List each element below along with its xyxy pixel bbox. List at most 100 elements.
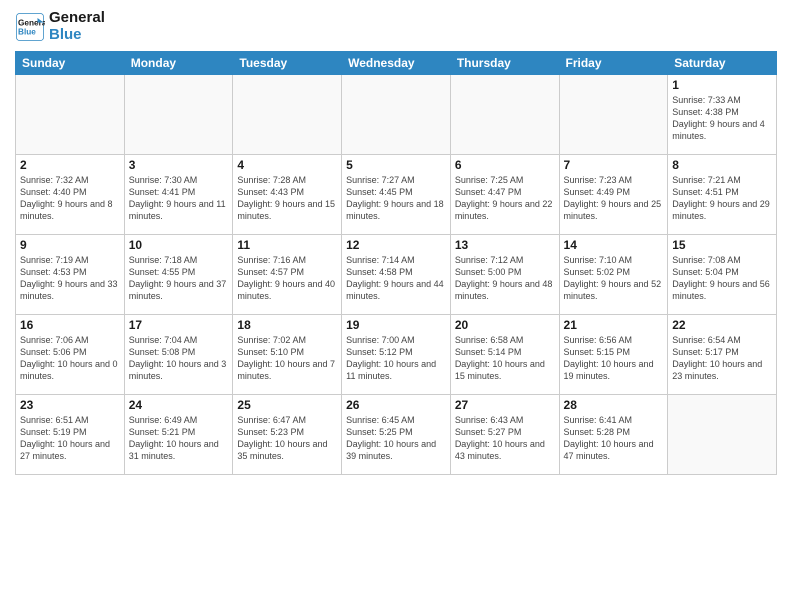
- calendar-day-cell: 1 Sunrise: 7:33 AM Sunset: 4:38 PM Daylig…: [668, 75, 777, 155]
- day-number: 8: [672, 158, 772, 172]
- day-number: 10: [129, 238, 229, 252]
- day-number: 6: [455, 158, 555, 172]
- svg-text:Blue: Blue: [18, 27, 36, 36]
- day-number: 20: [455, 318, 555, 332]
- logo-line2: Blue: [49, 27, 105, 44]
- day-info: Sunrise: 6:41 AM Sunset: 5:28 PM Dayligh…: [564, 414, 664, 463]
- day-number: 7: [564, 158, 664, 172]
- calendar-day-cell: 17 Sunrise: 7:04 AM Sunset: 5:08 PM Dayli…: [124, 315, 233, 395]
- calendar-day-cell: [450, 75, 559, 155]
- day-info: Sunrise: 7:30 AM Sunset: 4:41 PM Dayligh…: [129, 174, 229, 223]
- calendar-day-cell: 2 Sunrise: 7:32 AM Sunset: 4:40 PM Daylig…: [16, 155, 125, 235]
- weekday-header: Wednesday: [342, 52, 451, 75]
- calendar-week-row: 23 Sunrise: 6:51 AM Sunset: 5:19 PM Dayli…: [16, 395, 777, 475]
- calendar-day-cell: 8 Sunrise: 7:21 AM Sunset: 4:51 PM Daylig…: [668, 155, 777, 235]
- day-number: 9: [20, 238, 120, 252]
- day-info: Sunrise: 7:32 AM Sunset: 4:40 PM Dayligh…: [20, 174, 120, 223]
- calendar-day-cell: 10 Sunrise: 7:18 AM Sunset: 4:55 PM Dayli…: [124, 235, 233, 315]
- calendar-day-cell: [559, 75, 668, 155]
- day-info: Sunrise: 6:58 AM Sunset: 5:14 PM Dayligh…: [455, 334, 555, 383]
- day-info: Sunrise: 7:08 AM Sunset: 5:04 PM Dayligh…: [672, 254, 772, 303]
- calendar-week-row: 2 Sunrise: 7:32 AM Sunset: 4:40 PM Daylig…: [16, 155, 777, 235]
- weekday-header: Thursday: [450, 52, 559, 75]
- day-number: 18: [237, 318, 337, 332]
- day-info: Sunrise: 6:49 AM Sunset: 5:21 PM Dayligh…: [129, 414, 229, 463]
- day-number: 3: [129, 158, 229, 172]
- day-number: 11: [237, 238, 337, 252]
- header: General Blue General Blue: [15, 10, 777, 43]
- calendar-day-cell: 12Sunrise: 7:14 AM Sunset: 4:58 PM Dayli…: [342, 235, 451, 315]
- day-number: 25: [237, 398, 337, 412]
- day-number: 21: [564, 318, 664, 332]
- day-info: Sunrise: 7:02 AM Sunset: 5:10 PM Dayligh…: [237, 334, 337, 383]
- calendar-day-cell: [668, 395, 777, 475]
- day-number: 15: [672, 238, 772, 252]
- calendar-day-cell: 9Sunrise: 7:19 AM Sunset: 4:53 PM Daylig…: [16, 235, 125, 315]
- day-info: Sunrise: 7:33 AM Sunset: 4:38 PM Dayligh…: [672, 94, 772, 143]
- day-info: Sunrise: 7:18 AM Sunset: 4:55 PM Dayligh…: [129, 254, 229, 303]
- calendar-day-cell: 22 Sunrise: 6:54 AM Sunset: 5:17 PM Dayli…: [668, 315, 777, 395]
- day-info: Sunrise: 6:43 AM Sunset: 5:27 PM Dayligh…: [455, 414, 555, 463]
- day-info: Sunrise: 7:21 AM Sunset: 4:51 PM Dayligh…: [672, 174, 772, 223]
- weekday-header: Friday: [559, 52, 668, 75]
- day-number: 26: [346, 398, 446, 412]
- calendar-day-cell: 28 Sunrise: 6:41 AM Sunset: 5:28 PM Dayli…: [559, 395, 668, 475]
- logo-icon: General Blue: [15, 12, 45, 42]
- day-info: Sunrise: 7:00 AM Sunset: 5:12 PM Dayligh…: [346, 334, 446, 383]
- day-number: 12: [346, 238, 446, 252]
- calendar-day-cell: 23 Sunrise: 6:51 AM Sunset: 5:19 PM Dayli…: [16, 395, 125, 475]
- calendar-day-cell: 24 Sunrise: 6:49 AM Sunset: 5:21 PM Dayli…: [124, 395, 233, 475]
- calendar-day-cell: [342, 75, 451, 155]
- day-info: Sunrise: 7:06 AM Sunset: 5:06 PM Dayligh…: [20, 334, 120, 383]
- calendar-header-row: SundayMondayTuesdayWednesdayThursdayFrid…: [16, 52, 777, 75]
- day-number: 4: [237, 158, 337, 172]
- calendar-day-cell: 16 Sunrise: 7:06 AM Sunset: 5:06 PM Dayli…: [16, 315, 125, 395]
- weekday-header: Saturday: [668, 52, 777, 75]
- calendar-day-cell: 25 Sunrise: 6:47 AM Sunset: 5:23 PM Dayli…: [233, 395, 342, 475]
- day-info: Sunrise: 7:10 AM Sunset: 5:02 PM Dayligh…: [564, 254, 664, 303]
- day-number: 2: [20, 158, 120, 172]
- day-number: 17: [129, 318, 229, 332]
- day-info: Sunrise: 6:54 AM Sunset: 5:17 PM Dayligh…: [672, 334, 772, 383]
- calendar-day-cell: 15 Sunrise: 7:08 AM Sunset: 5:04 PM Dayli…: [668, 235, 777, 315]
- calendar-day-cell: 27 Sunrise: 6:43 AM Sunset: 5:27 PM Dayli…: [450, 395, 559, 475]
- calendar-day-cell: 5 Sunrise: 7:27 AM Sunset: 4:45 PM Daylig…: [342, 155, 451, 235]
- day-number: 16: [20, 318, 120, 332]
- day-info: Sunrise: 7:25 AM Sunset: 4:47 PM Dayligh…: [455, 174, 555, 223]
- calendar-day-cell: 4Sunrise: 7:28 AM Sunset: 4:43 PM Daylig…: [233, 155, 342, 235]
- calendar-day-cell: 11 Sunrise: 7:16 AM Sunset: 4:57 PM Dayli…: [233, 235, 342, 315]
- day-info: Sunrise: 6:47 AM Sunset: 5:23 PM Dayligh…: [237, 414, 337, 463]
- calendar-week-row: 16 Sunrise: 7:06 AM Sunset: 5:06 PM Dayli…: [16, 315, 777, 395]
- day-info: Sunrise: 6:56 AM Sunset: 5:15 PM Dayligh…: [564, 334, 664, 383]
- calendar-day-cell: [16, 75, 125, 155]
- day-number: 13: [455, 238, 555, 252]
- day-info: Sunrise: 7:16 AM Sunset: 4:57 PM Dayligh…: [237, 254, 337, 303]
- logo: General Blue General Blue: [15, 10, 105, 43]
- day-number: 23: [20, 398, 120, 412]
- day-number: 27: [455, 398, 555, 412]
- day-info: Sunrise: 7:23 AM Sunset: 4:49 PM Dayligh…: [564, 174, 664, 223]
- calendar-table: SundayMondayTuesdayWednesdayThursdayFrid…: [15, 51, 777, 475]
- calendar-day-cell: [233, 75, 342, 155]
- day-number: 5: [346, 158, 446, 172]
- day-number: 1: [672, 78, 772, 92]
- weekday-header: Monday: [124, 52, 233, 75]
- calendar-day-cell: 19 Sunrise: 7:00 AM Sunset: 5:12 PM Dayli…: [342, 315, 451, 395]
- day-number: 22: [672, 318, 772, 332]
- calendar-day-cell: 3 Sunrise: 7:30 AM Sunset: 4:41 PM Daylig…: [124, 155, 233, 235]
- day-info: Sunrise: 7:04 AM Sunset: 5:08 PM Dayligh…: [129, 334, 229, 383]
- day-number: 24: [129, 398, 229, 412]
- calendar-day-cell: 14Sunrise: 7:10 AM Sunset: 5:02 PM Dayli…: [559, 235, 668, 315]
- calendar-week-row: 9Sunrise: 7:19 AM Sunset: 4:53 PM Daylig…: [16, 235, 777, 315]
- calendar-day-cell: 18 Sunrise: 7:02 AM Sunset: 5:10 PM Dayli…: [233, 315, 342, 395]
- calendar-week-row: 1 Sunrise: 7:33 AM Sunset: 4:38 PM Daylig…: [16, 75, 777, 155]
- day-info: Sunrise: 6:45 AM Sunset: 5:25 PM Dayligh…: [346, 414, 446, 463]
- day-number: 28: [564, 398, 664, 412]
- day-number: 19: [346, 318, 446, 332]
- page: General Blue General Blue SundayMondayTu…: [0, 0, 792, 612]
- day-info: Sunrise: 7:27 AM Sunset: 4:45 PM Dayligh…: [346, 174, 446, 223]
- logo-line1: General: [49, 10, 105, 27]
- weekday-header: Sunday: [16, 52, 125, 75]
- day-info: Sunrise: 6:51 AM Sunset: 5:19 PM Dayligh…: [20, 414, 120, 463]
- calendar-day-cell: 13Sunrise: 7:12 AM Sunset: 5:00 PM Dayli…: [450, 235, 559, 315]
